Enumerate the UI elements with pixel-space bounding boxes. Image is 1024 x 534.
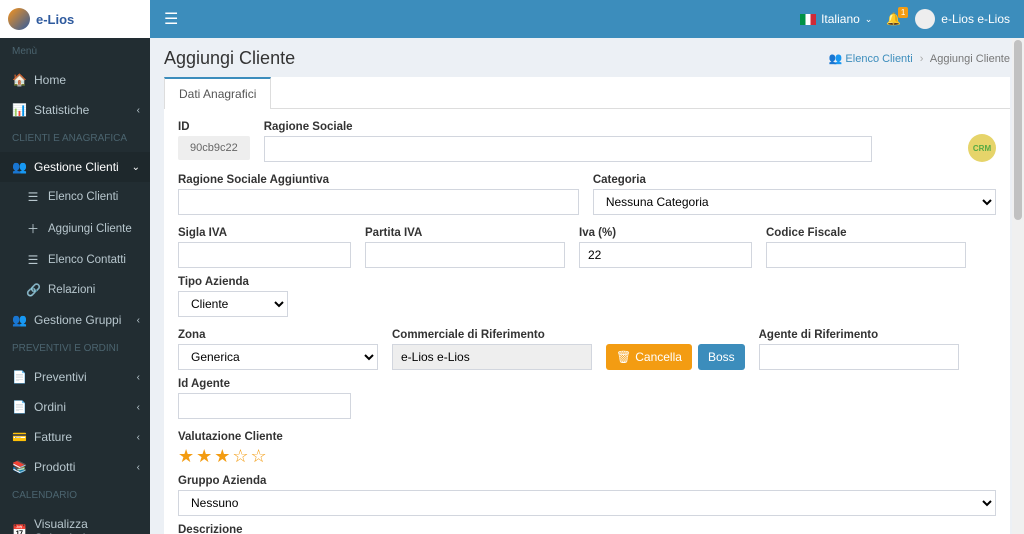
label-sigla-iva: Sigla IVA [178,227,351,239]
chevron-left-icon: ‹ [137,372,140,383]
sidebar-section-preventivi: PREVENTIVI E ORDINI [0,335,150,362]
users-icon: 👥 [12,160,26,174]
language-selector[interactable]: Italiano ⌄ [800,12,872,26]
sidebar-item-aggiungi-cliente[interactable]: ＋Aggiungi Cliente [0,212,150,245]
topbar: ☰ Italiano ⌄ 🔔 1 e-Lios e-Lios [150,0,1024,38]
label-codice-fiscale: Codice Fiscale [766,227,966,239]
cancella-button[interactable]: 🗑Cancella [606,344,692,370]
commerciale-rif-input [392,344,592,370]
label-agente-rif: Agente di Riferimento [759,329,959,341]
home-icon: 🏠 [12,73,26,87]
label-descrizione: Descrizione [178,524,996,534]
breadcrumb-current: Aggiungi Cliente [930,53,1010,65]
calendar-icon: 📅 [12,524,26,534]
chevron-down-icon: ⌄ [865,14,873,25]
book-icon: 📚 [12,460,26,474]
label-gruppo-azienda: Gruppo Azienda [178,475,996,487]
content: Aggiungi Cliente 👥 Elenco Clienti › Aggi… [150,38,1024,534]
gruppo-azienda-select[interactable]: Nessuno [178,490,996,516]
id-agente-input[interactable] [178,393,351,419]
label-iva-pct: Iva (%) [579,227,752,239]
sidebar: e-Lios Menù 🏠Home 📊Statistiche‹ CLIENTI … [0,0,150,534]
chevron-left-icon: ‹ [137,402,140,413]
crm-badge[interactable]: CRM [968,134,996,162]
label-ragione-sociale-agg: Ragione Sociale Aggiuntiva [178,174,579,186]
sidebar-item-visualizza-calendario[interactable]: 📅Visualizza Calendario [0,509,150,534]
sidebar-item-home[interactable]: 🏠Home [0,65,150,95]
sidebar-section-calendario: CALENDARIO [0,482,150,509]
logo[interactable]: e-Lios [0,0,150,38]
boss-button[interactable]: Boss [698,344,745,370]
users-icon: 👥 [829,53,843,65]
ragione-sociale-input[interactable] [264,136,872,162]
sidebar-item-relazioni[interactable]: 🔗Relazioni [0,275,150,305]
iva-pct-input[interactable] [579,242,752,268]
label-categoria: Categoria [593,174,996,186]
sidebar-item-gestione-gruppi[interactable]: 👥Gestione Gruppi‹ [0,305,150,335]
label-commerciale-rif: Commerciale di Riferimento [392,329,592,341]
sidebar-item-prodotti[interactable]: 📚Prodotti‹ [0,452,150,482]
sidebar-section-clienti: CLIENTI E ANAGRAFICA [0,125,150,152]
logo-icon [8,8,30,30]
label-valutazione: Valutazione Cliente [178,431,996,443]
notifications-button[interactable]: 🔔 1 [886,12,901,26]
breadcrumb: 👥 Elenco Clienti › Aggiungi Cliente [829,52,1010,65]
notification-badge: 1 [898,7,908,18]
chart-icon: 📊 [12,103,26,117]
chevron-left-icon: ‹ [137,462,140,473]
zona-select[interactable]: Generica [178,344,378,370]
sidebar-toggle[interactable]: ☰ [164,9,178,29]
label-ragione-sociale: Ragione Sociale [264,121,872,133]
scrollbar-thumb[interactable] [1014,40,1022,220]
categoria-select[interactable]: Nessuna Categoria [593,189,996,215]
group-icon: 👥 [12,313,26,327]
sidebar-item-gestione-clienti[interactable]: 👥Gestione Clienti⌄ [0,152,150,182]
link-icon: 🔗 [26,283,40,297]
sigla-iva-input[interactable] [178,242,351,268]
codice-fiscale-input[interactable] [766,242,966,268]
partita-iva-input[interactable] [365,242,565,268]
flag-it-icon [800,14,816,25]
label-zona: Zona [178,329,378,341]
user-menu[interactable]: e-Lios e-Lios [915,9,1010,29]
list-icon: ☰ [26,190,40,204]
label-id-agente: Id Agente [178,378,351,390]
chevron-left-icon: ‹ [137,315,140,326]
label-tipo-azienda: Tipo Azienda [178,276,288,288]
chevron-left-icon: ‹ [137,105,140,116]
agente-rif-input[interactable] [759,344,959,370]
list-icon: ☰ [26,253,40,267]
sidebar-section-menu: Menù [0,38,150,65]
tab-dati-anagrafici[interactable]: Dati Anagrafici [164,77,271,109]
sidebar-item-ordini[interactable]: 📄Ordini‹ [0,392,150,422]
avatar-icon [915,9,935,29]
sidebar-item-statistiche[interactable]: 📊Statistiche‹ [0,95,150,125]
logo-text: e-Lios [36,12,74,27]
page-title: Aggiungi Cliente [164,48,295,69]
vertical-scrollbar[interactable] [1012,38,1024,534]
rating-stars[interactable]: ★★★☆☆ [178,446,996,467]
sidebar-item-elenco-clienti[interactable]: ☰Elenco Clienti [0,182,150,212]
trash-icon: 🗑 [616,350,631,364]
sidebar-item-fatture[interactable]: 💳Fatture‹ [0,422,150,452]
breadcrumb-root[interactable]: Elenco Clienti [845,53,912,65]
file-icon: 📄 [12,370,26,384]
chevron-down-icon: ⌄ [132,162,140,173]
id-value: 90cb9c22 [178,136,250,160]
ragione-sociale-agg-input[interactable] [178,189,579,215]
plus-icon: ＋ [26,220,40,237]
tipo-azienda-select[interactable]: Cliente [178,291,288,317]
sidebar-item-elenco-contatti[interactable]: ☰Elenco Contatti [0,245,150,275]
label-partita-iva: Partita IVA [365,227,565,239]
card-icon: 💳 [12,430,26,444]
sidebar-item-preventivi[interactable]: 📄Preventivi‹ [0,362,150,392]
file-icon: 📄 [12,400,26,414]
chevron-left-icon: ‹ [137,432,140,443]
label-id: ID [178,121,250,133]
